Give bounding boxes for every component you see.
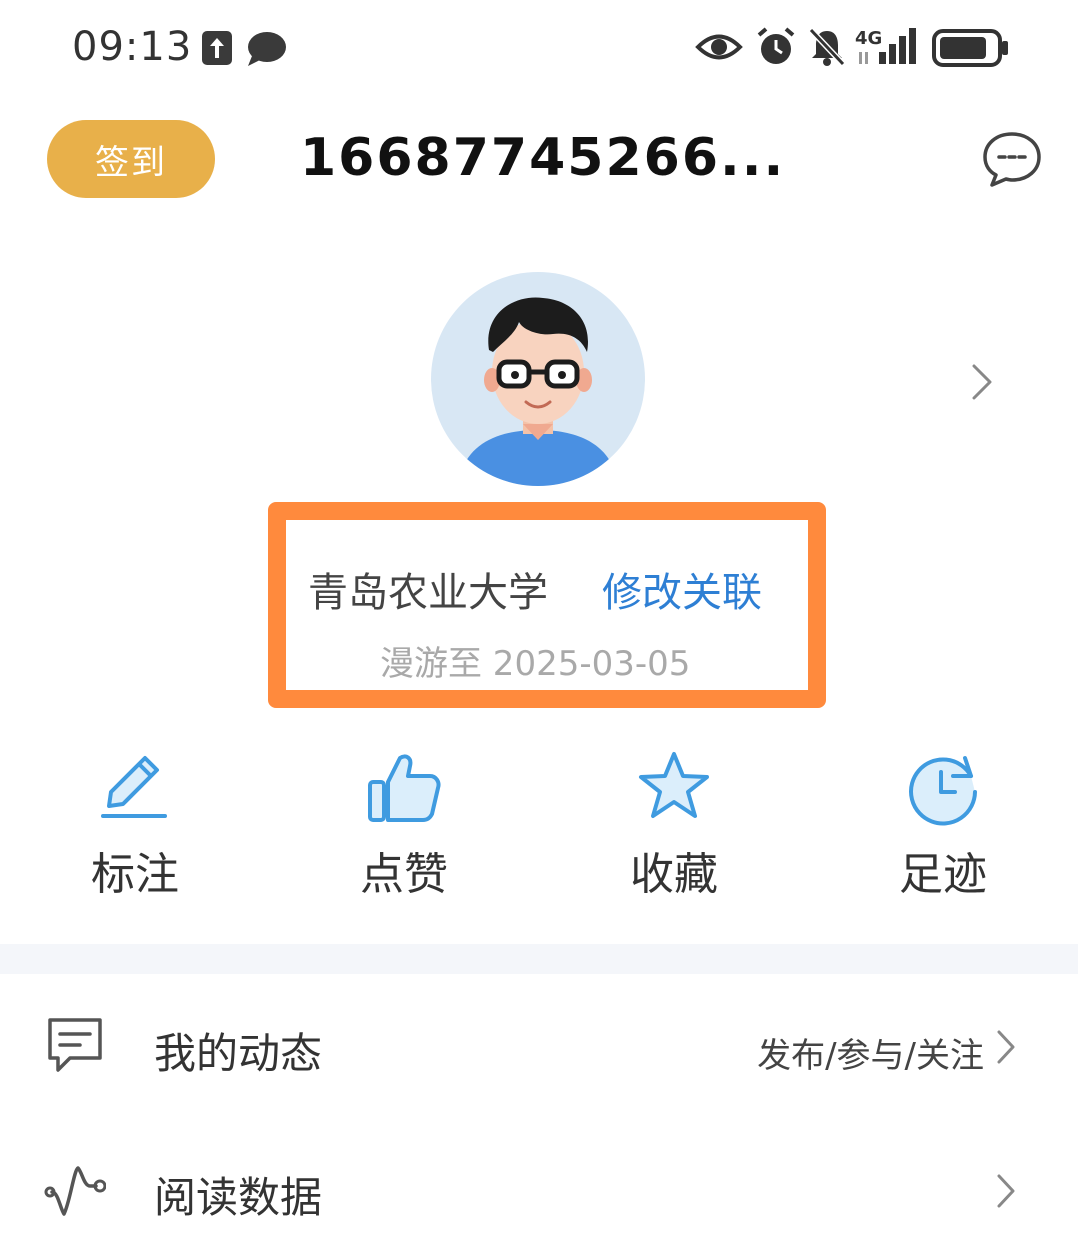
bell-off-icon xyxy=(807,26,847,72)
checkin-button[interactable]: 签到 xyxy=(47,120,215,198)
action-annotate[interactable]: 标注 xyxy=(55,748,215,902)
comment-icon xyxy=(44,1014,106,1080)
avatar[interactable] xyxy=(431,272,645,486)
status-time: 09:13 xyxy=(72,24,193,70)
message-icon[interactable] xyxy=(982,130,1042,192)
signal-icon: 4G xyxy=(855,24,919,74)
chevron-right-icon xyxy=(994,1028,1018,1070)
section-divider xyxy=(0,944,1078,974)
clock-history-icon xyxy=(909,756,977,826)
action-favorite[interactable]: 收藏 xyxy=(594,748,754,902)
menu-row-reading-data[interactable]: 阅读数据 xyxy=(0,1136,1078,1246)
menu-row-my-posts[interactable]: 我的动态 发布/参与/关注 xyxy=(0,992,1078,1102)
chevron-right-icon xyxy=(994,1172,1018,1214)
thumbs-up-icon xyxy=(368,754,441,822)
eye-icon xyxy=(695,26,743,72)
account-phone-title: 16687745266... xyxy=(300,128,786,188)
action-label: 点赞 xyxy=(360,849,448,900)
pencil-icon xyxy=(101,756,167,818)
status-bar: 09:13 4G xyxy=(0,0,1078,95)
wave-icon xyxy=(44,1162,107,1224)
menu-row-label: 我的动态 xyxy=(154,1029,323,1078)
roaming-date: 漫游至 2025-03-05 xyxy=(380,644,691,684)
action-footprint[interactable]: 足迹 xyxy=(863,748,1023,902)
menu-row-subtitle: 发布/参与/关注 xyxy=(757,1036,984,1076)
action-like[interactable]: 点赞 xyxy=(324,748,484,902)
menu-row-label: 阅读数据 xyxy=(154,1173,323,1222)
action-label: 收藏 xyxy=(630,849,718,900)
network-label: 4G xyxy=(855,28,882,49)
school-name: 青岛农业大学 xyxy=(308,570,548,616)
battery-icon xyxy=(932,29,1010,71)
profile-chevron-right-icon[interactable] xyxy=(966,362,996,406)
chat-bubble-icon xyxy=(246,30,288,72)
upload-icon xyxy=(202,31,232,65)
action-label: 标注 xyxy=(91,849,179,900)
star-icon xyxy=(639,752,709,818)
alarm-icon xyxy=(755,26,797,72)
edit-association-link[interactable]: 修改关联 xyxy=(602,560,762,618)
action-label: 足迹 xyxy=(899,849,987,900)
